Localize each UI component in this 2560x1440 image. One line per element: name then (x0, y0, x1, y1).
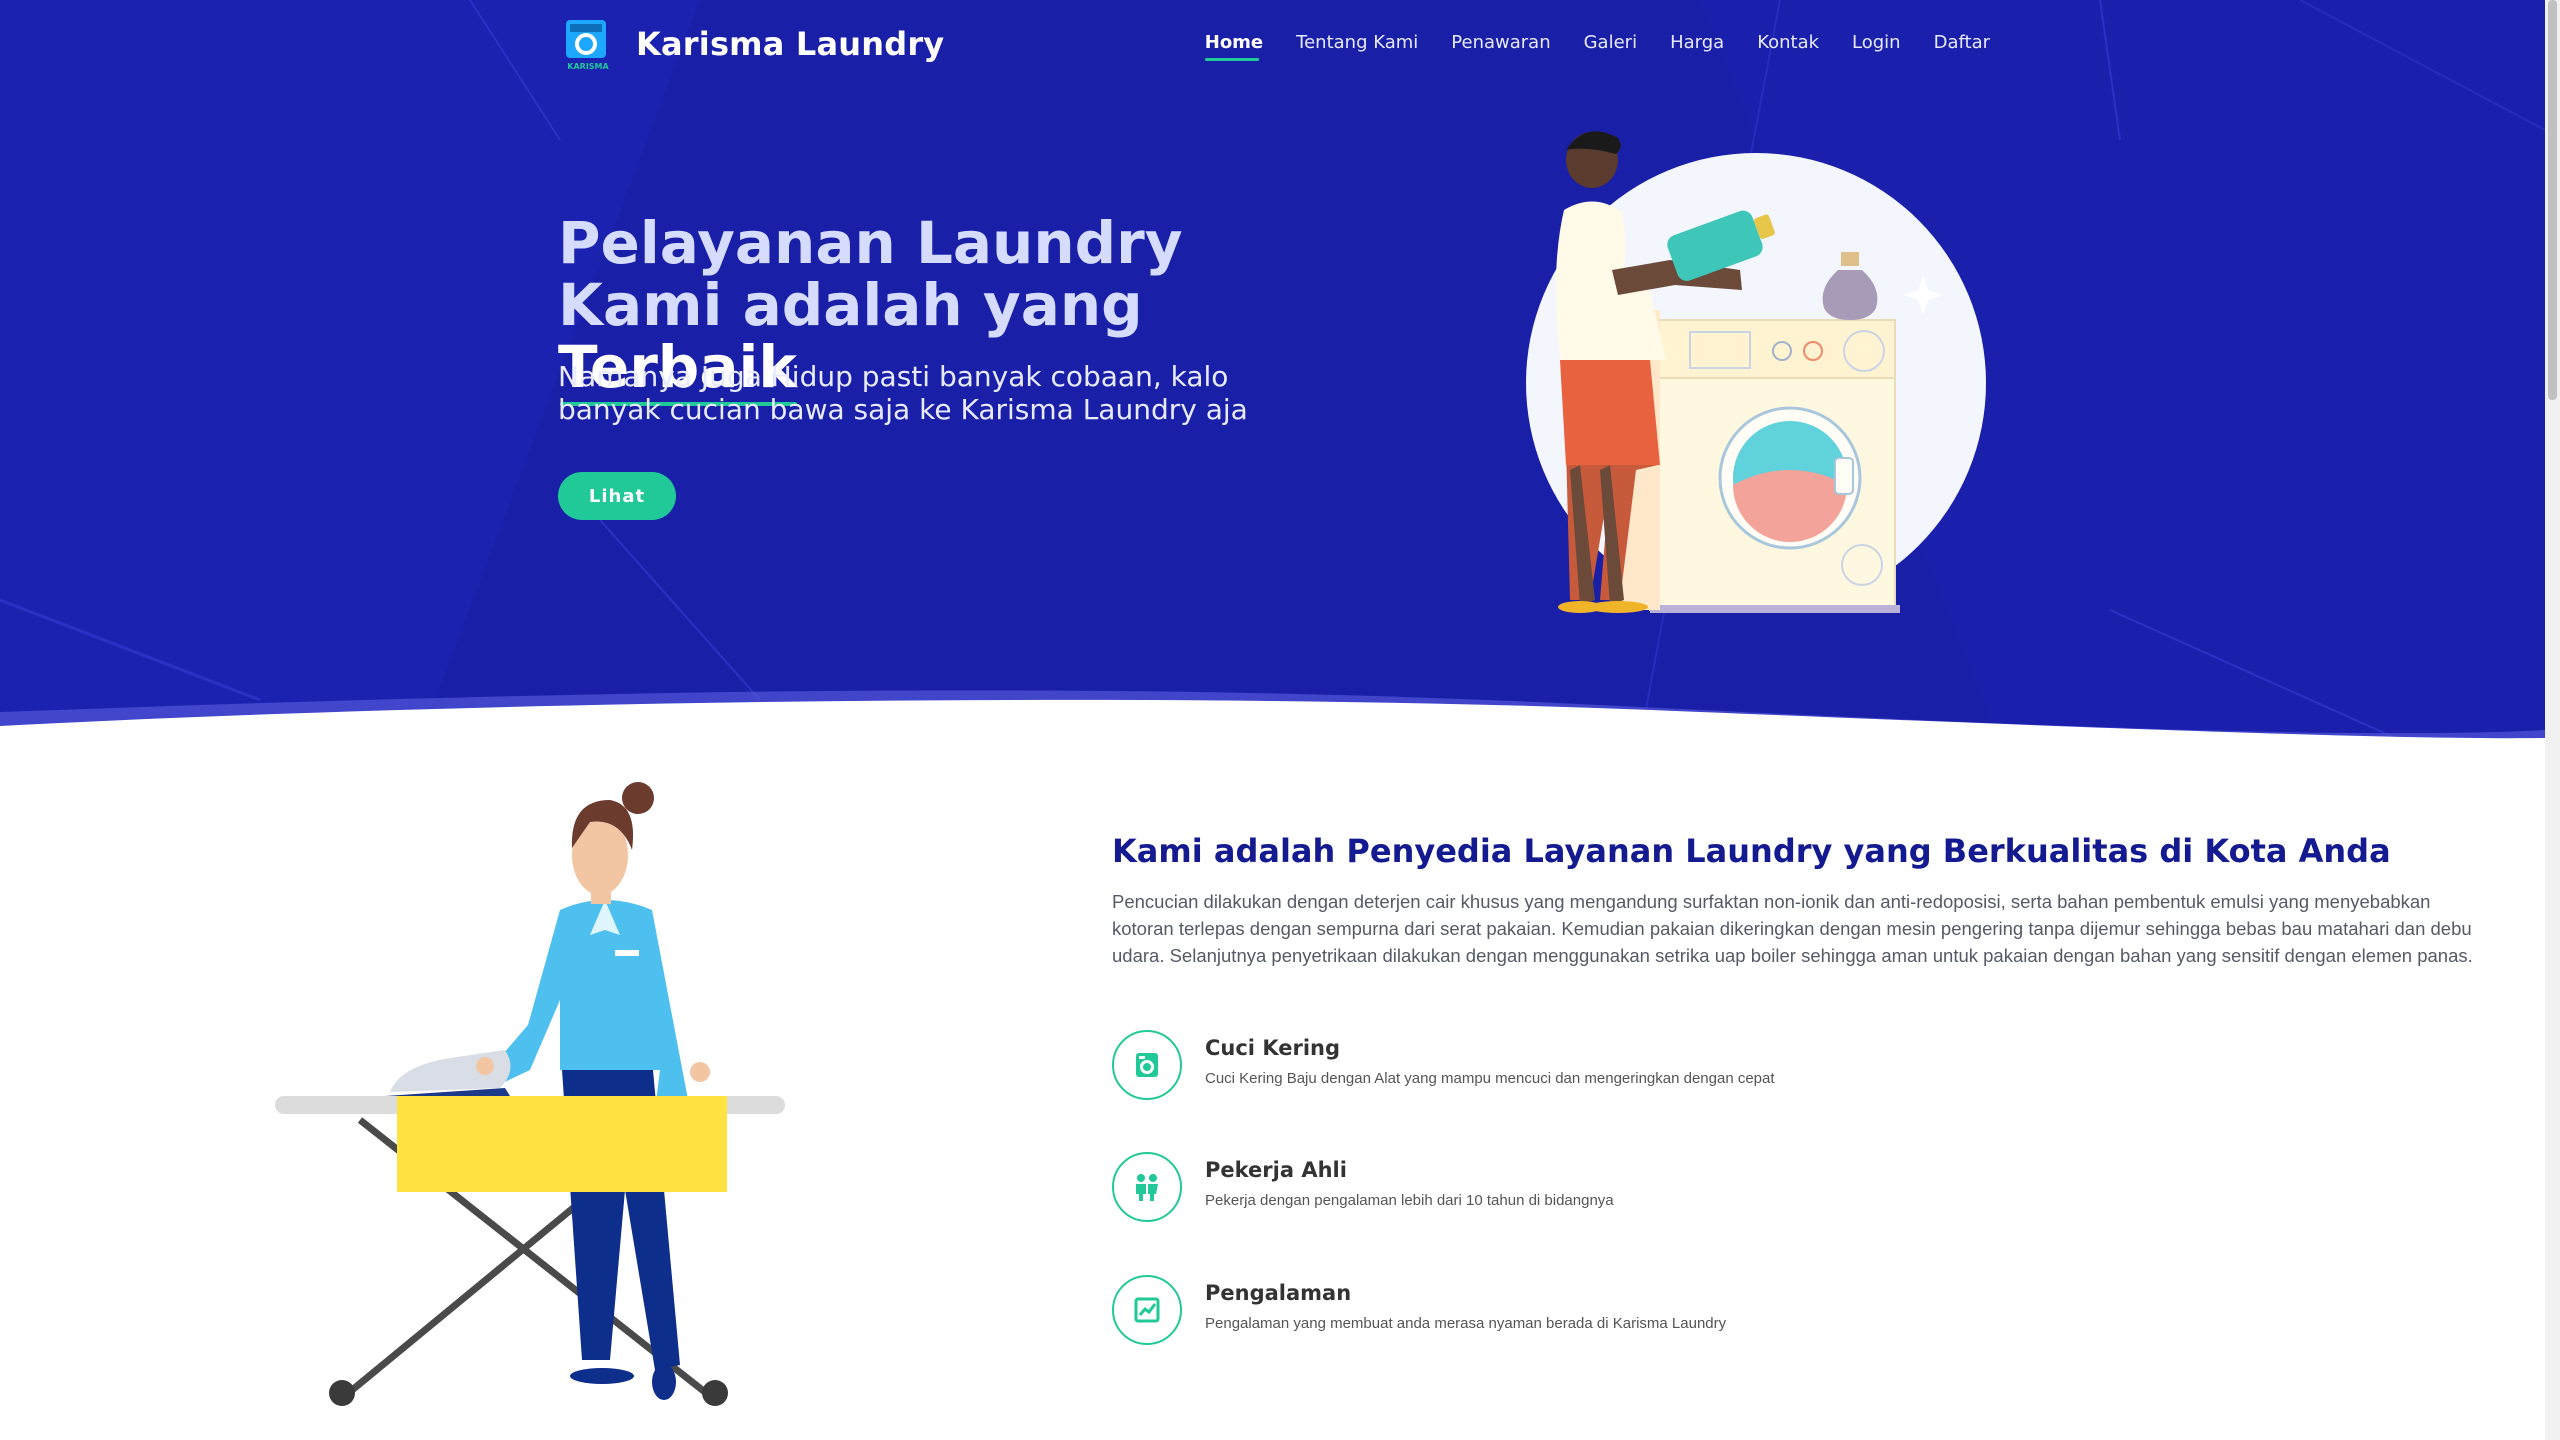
page-scrollbar[interactable] (2545, 0, 2560, 1440)
hero-subtitle: Namanya Juga Hidup pasti banyak cobaan, … (558, 360, 1248, 426)
brand-logo: KARISMA (566, 20, 610, 71)
scrollbar-thumb[interactable] (2548, 0, 2557, 400)
nav-penawaran[interactable]: Penawaran (1451, 32, 1550, 61)
people-icon (1112, 1152, 1182, 1222)
laundry-illustration (1526, 131, 1986, 613)
navbar: KARISMA Karisma Laundry Home Tentang Kam… (560, 12, 1990, 76)
nav-login[interactable]: Login (1852, 32, 1901, 61)
feature-desc: Pengalaman yang membuat anda merasa nyam… (1205, 1315, 1727, 1332)
about-text: Pencucian dilakukan dengan deterjen cair… (1112, 891, 2473, 966)
lihat-button[interactable]: Lihat (558, 472, 676, 520)
feature-desc: Pekerja dengan pengalaman lebih dari 10 … (1205, 1192, 1614, 1209)
hero-section: KARISMA Karisma Laundry Home Tentang Kam… (0, 0, 2545, 740)
nav-tentang-kami[interactable]: Tentang Kami (1296, 32, 1418, 61)
brand-name[interactable]: Karisma Laundry (636, 25, 944, 63)
feature-title: Pengalaman (1205, 1281, 1352, 1305)
feature-title: Pekerja Ahli (1205, 1158, 1347, 1182)
feature-desc: Cuci Kering Baju dengan Alat yang mampu … (1205, 1070, 1775, 1087)
nav-galeri[interactable]: Galeri (1584, 32, 1637, 61)
feature-pengalaman: Pengalaman Pengalaman yang membuat anda … (1112, 1275, 2412, 1347)
brand-logo-text: KARISMA (567, 62, 609, 71)
feature-pekerja-ahli: Pekerja Ahli Pekerja dengan pengalaman l… (1112, 1152, 2412, 1224)
ironing-illustration (275, 782, 785, 1406)
nav-daftar[interactable]: Daftar (1934, 32, 1990, 61)
washing-machine-icon (1112, 1030, 1182, 1100)
feature-cuci-kering: Cuci Kering Cuci Kering Baju dengan Alat… (1112, 1030, 2412, 1102)
nav-menu: Home Tentang Kami Penawaran Galeri Harga… (1172, 32, 1990, 61)
nav-home[interactable]: Home (1204, 32, 1263, 61)
brand[interactable]: KARISMA Karisma Laundry (560, 12, 944, 76)
chart-icon (1112, 1275, 1182, 1345)
feature-title: Cuci Kering (1205, 1036, 1341, 1060)
nav-harga[interactable]: Harga (1670, 32, 1724, 61)
hero-title-text: Pelayanan Laundry Kami adalah yang (558, 209, 1183, 339)
about-title: Kami adalah Penyedia Layanan Laundry yan… (1112, 832, 2391, 870)
nav-kontak[interactable]: Kontak (1757, 32, 1819, 61)
